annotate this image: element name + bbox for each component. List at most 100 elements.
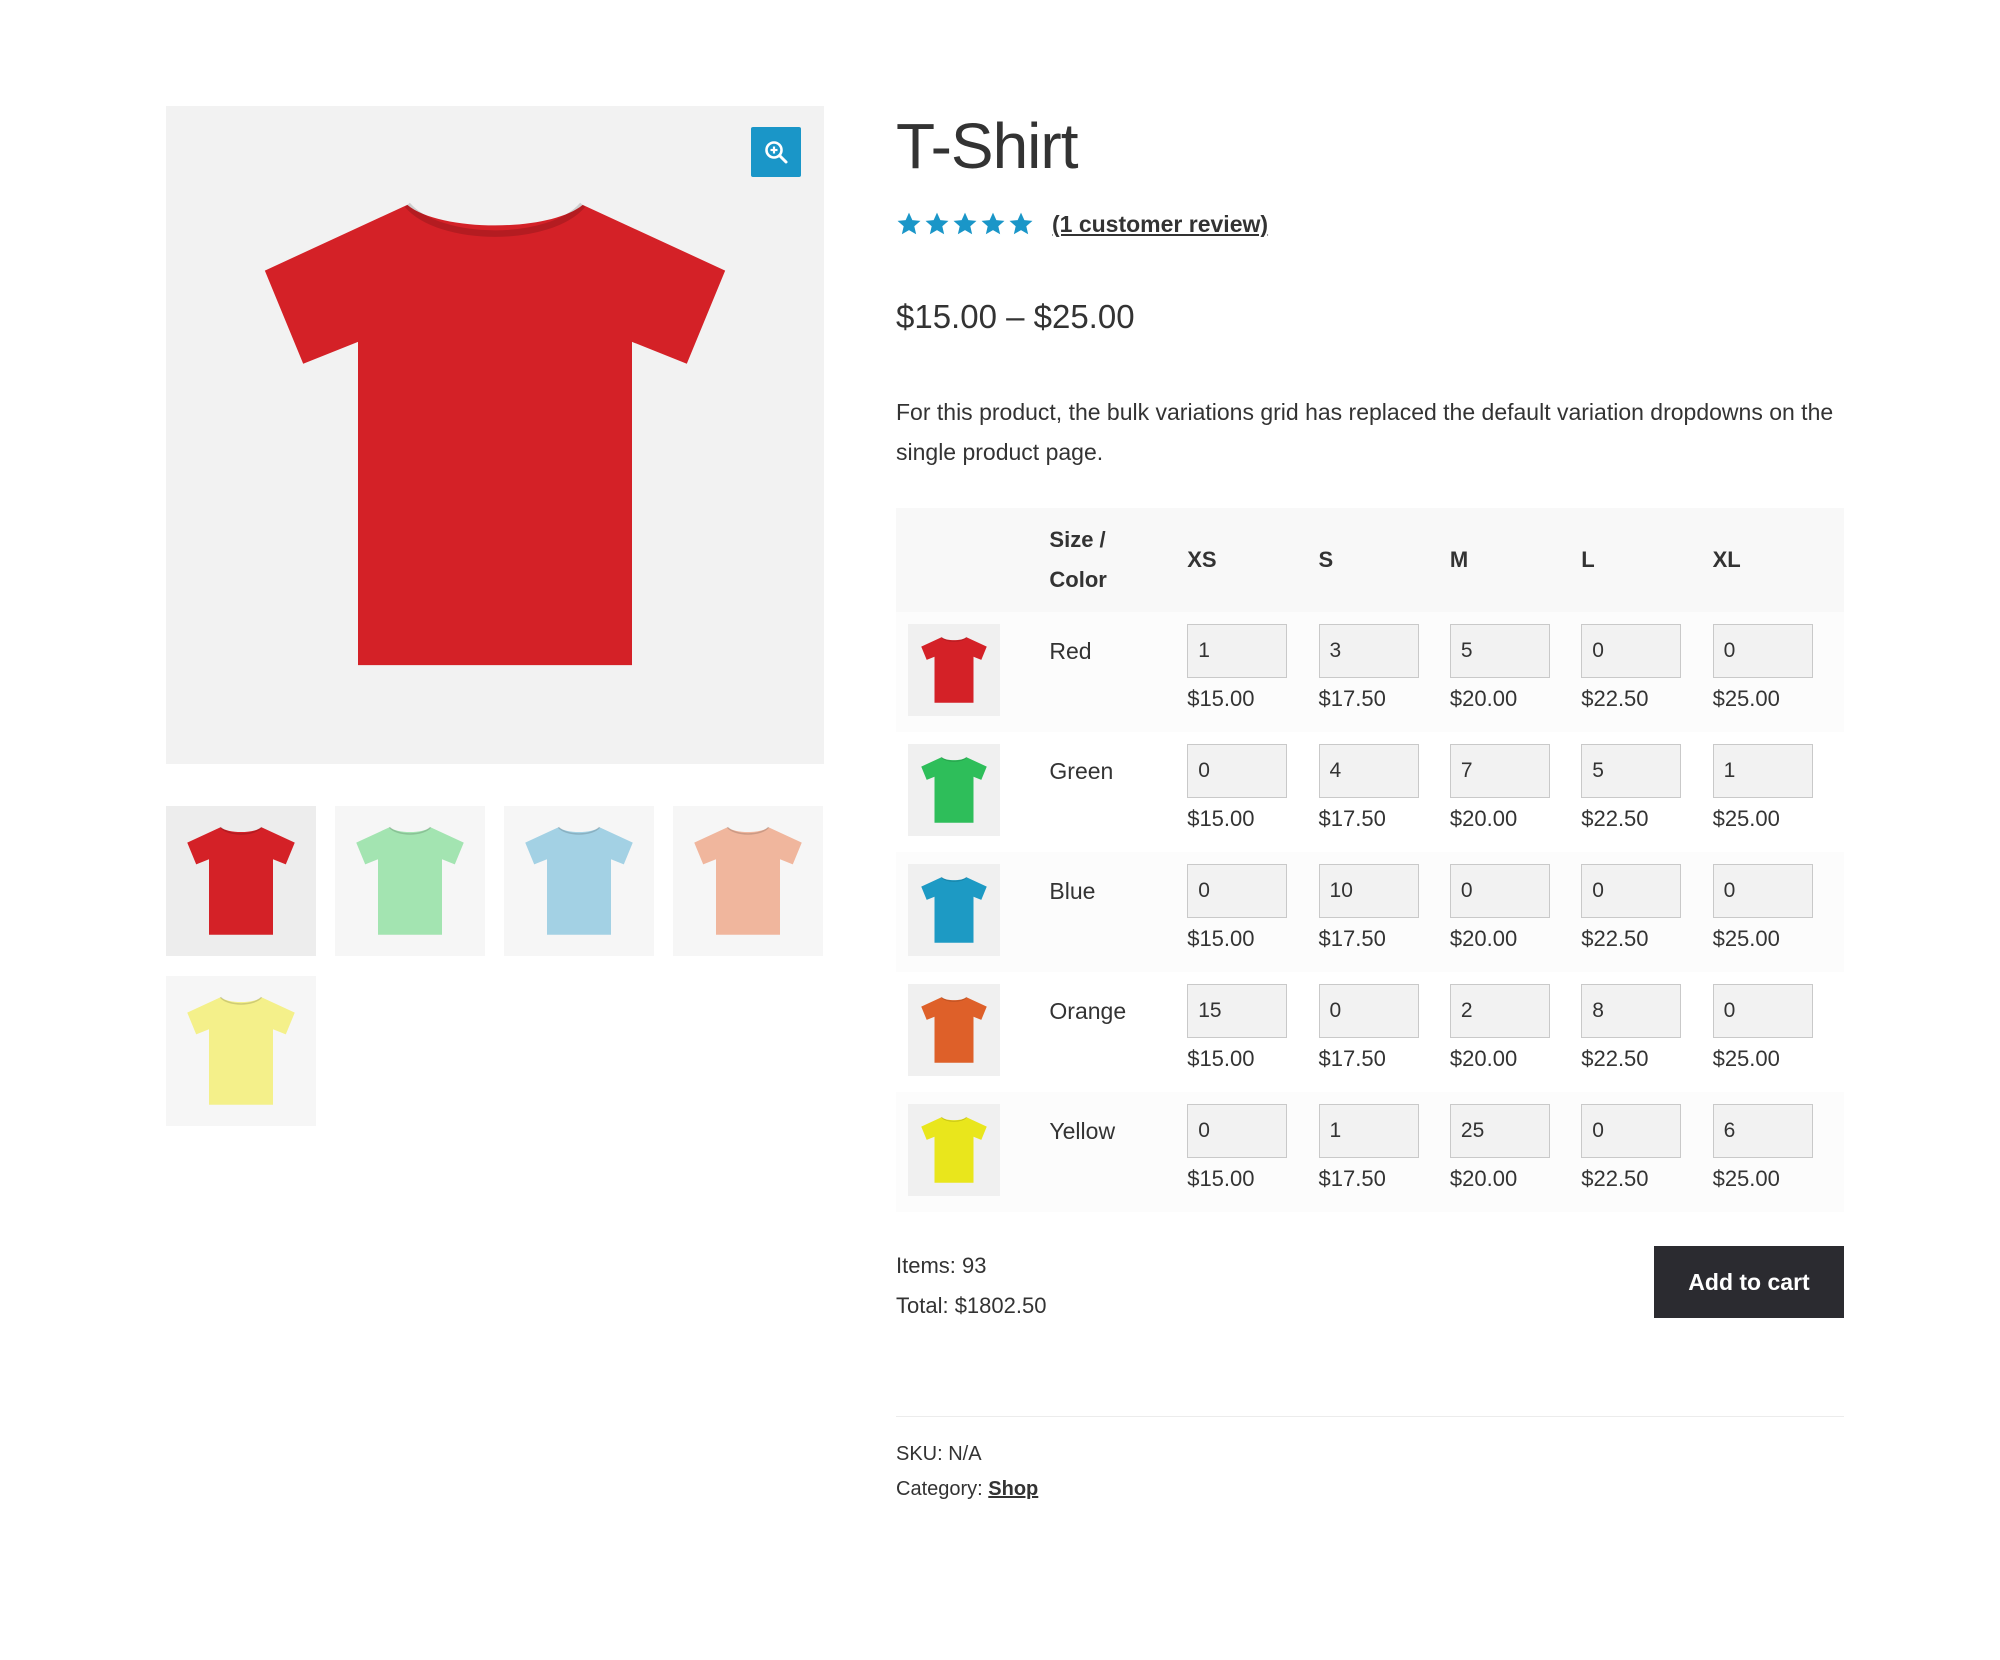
quantity-input[interactable]: [1581, 864, 1682, 918]
size-cell: $22.50: [1581, 972, 1713, 1092]
tshirt-swatch-image: [921, 876, 987, 943]
add-to-cart-button[interactable]: Add to cart: [1654, 1246, 1844, 1318]
quantity-input[interactable]: [1449, 984, 1550, 1038]
size-cell: $15.00: [1187, 612, 1319, 732]
header-label-color: Color: [1049, 567, 1107, 592]
variation-price: $25.00: [1712, 1046, 1780, 1071]
tshirt-swatch-image: [921, 996, 987, 1063]
variation-price: $17.50: [1318, 806, 1386, 831]
header-image-cell: [896, 508, 1050, 612]
star-rating: [896, 211, 1034, 237]
size-cell: $25.00: [1712, 852, 1844, 972]
product-summary: T-Shirt (1 customer review) $15.00 – $25…: [896, 100, 1844, 1507]
gallery-thumbnail[interactable]: [166, 806, 316, 956]
quantity-input[interactable]: [1187, 744, 1288, 798]
quantity-input[interactable]: [1581, 984, 1682, 1038]
variation-price: $17.50: [1318, 1046, 1386, 1071]
product-rating: (1 customer review): [896, 206, 1844, 242]
color-name: Orange: [1049, 998, 1127, 1024]
variation-price: $20.00: [1449, 686, 1518, 711]
quantity-input[interactable]: [1581, 744, 1682, 798]
divider: [896, 1416, 1844, 1417]
quantity-input[interactable]: [1449, 1104, 1550, 1158]
size-cell: $15.00: [1187, 1092, 1319, 1212]
size-cell: $17.50: [1318, 732, 1450, 852]
quantity-input[interactable]: [1318, 624, 1419, 678]
swatch-cell: [896, 852, 1050, 972]
star-icon: [981, 212, 1005, 235]
quantity-input[interactable]: [1712, 1104, 1813, 1158]
category: Category: Shop: [896, 1472, 1844, 1507]
quantity-input[interactable]: [1318, 744, 1419, 798]
category-link[interactable]: Shop: [988, 1478, 1038, 1500]
gallery-thumbnail[interactable]: [504, 806, 654, 956]
thumbnail-list: [166, 806, 824, 1126]
variation-price: $25.00: [1712, 926, 1780, 951]
star-icon: [953, 212, 977, 235]
quantity-input[interactable]: [1318, 864, 1419, 918]
variation-price: $17.50: [1318, 926, 1386, 951]
quantity-input[interactable]: [1187, 624, 1288, 678]
quantity-input[interactable]: [1712, 864, 1813, 918]
size-cell: $22.50: [1581, 852, 1713, 972]
header-size-s: S: [1318, 508, 1450, 612]
color-name: Blue: [1049, 878, 1096, 904]
variation-price: $17.50: [1318, 1166, 1386, 1191]
size-cell: $22.50: [1581, 732, 1713, 852]
color-name: Red: [1049, 638, 1092, 664]
product-meta: SKU: N/A Category: Shop: [896, 1437, 1844, 1507]
quantity-input[interactable]: [1449, 744, 1550, 798]
tshirt-thumbnail-image: [694, 826, 802, 935]
tshirt-thumbnail-image: [356, 826, 464, 935]
main-product-image[interactable]: [166, 106, 824, 764]
quantity-input[interactable]: [1449, 624, 1550, 678]
variation-price: $22.50: [1581, 686, 1649, 711]
swatch-cell: [896, 1092, 1050, 1212]
star-icon: [897, 212, 921, 235]
variation-price: $15.00: [1187, 806, 1255, 831]
gallery-thumbnail[interactable]: [166, 976, 316, 1126]
size-cell: $20.00: [1449, 612, 1582, 732]
gallery-thumbnail[interactable]: [335, 806, 485, 956]
variation-row: Yellow $15.00 $17.50 $20.00 $22.50 $25.00: [896, 1092, 1844, 1212]
color-swatch: [908, 744, 1000, 836]
swatch-cell: [896, 612, 1050, 732]
quantity-input[interactable]: [1712, 984, 1813, 1038]
variation-row: Red $15.00 $17.50 $20.00 $22.50 $25.00: [896, 612, 1844, 732]
quantity-input[interactable]: [1187, 984, 1288, 1038]
size-cell: $25.00: [1712, 612, 1844, 732]
header-size-l: L: [1581, 508, 1713, 612]
size-cell: $20.00: [1449, 1092, 1582, 1212]
quantity-input[interactable]: [1187, 1104, 1288, 1158]
gallery-thumbnail[interactable]: [673, 806, 823, 956]
quantity-input[interactable]: [1187, 864, 1288, 918]
header-size-xs: XS: [1187, 508, 1319, 612]
quantity-input[interactable]: [1581, 624, 1682, 678]
color-name-cell: Green: [1049, 732, 1188, 852]
color-swatch: [908, 984, 1000, 1076]
variation-price: $22.50: [1581, 1046, 1649, 1071]
quantity-input[interactable]: [1712, 744, 1813, 798]
size-cell: $15.00: [1187, 852, 1319, 972]
sku: SKU: N/A: [896, 1443, 982, 1465]
color-swatch: [908, 624, 1000, 716]
product-gallery: [166, 106, 824, 1126]
color-swatch: [908, 864, 1000, 956]
variation-price: $15.00: [1187, 926, 1255, 951]
quantity-input[interactable]: [1712, 624, 1813, 678]
quantity-input[interactable]: [1318, 984, 1419, 1038]
color-name-cell: Blue: [1049, 852, 1188, 972]
variation-price: $20.00: [1449, 806, 1518, 831]
size-cell: $20.00: [1449, 852, 1582, 972]
quantity-input[interactable]: [1449, 864, 1550, 918]
variation-price: $25.00: [1712, 686, 1780, 711]
review-link[interactable]: (1 customer review): [1052, 211, 1268, 238]
variation-price: $25.00: [1712, 806, 1780, 831]
quantity-input[interactable]: [1581, 1104, 1682, 1158]
header-label-size: Size /: [1049, 527, 1106, 552]
variation-price: $22.50: [1581, 806, 1649, 831]
size-cell: $25.00: [1712, 972, 1844, 1092]
category-label: Category:: [896, 1478, 983, 1500]
quantity-input[interactable]: [1318, 1104, 1419, 1158]
zoom-button[interactable]: [751, 127, 801, 177]
